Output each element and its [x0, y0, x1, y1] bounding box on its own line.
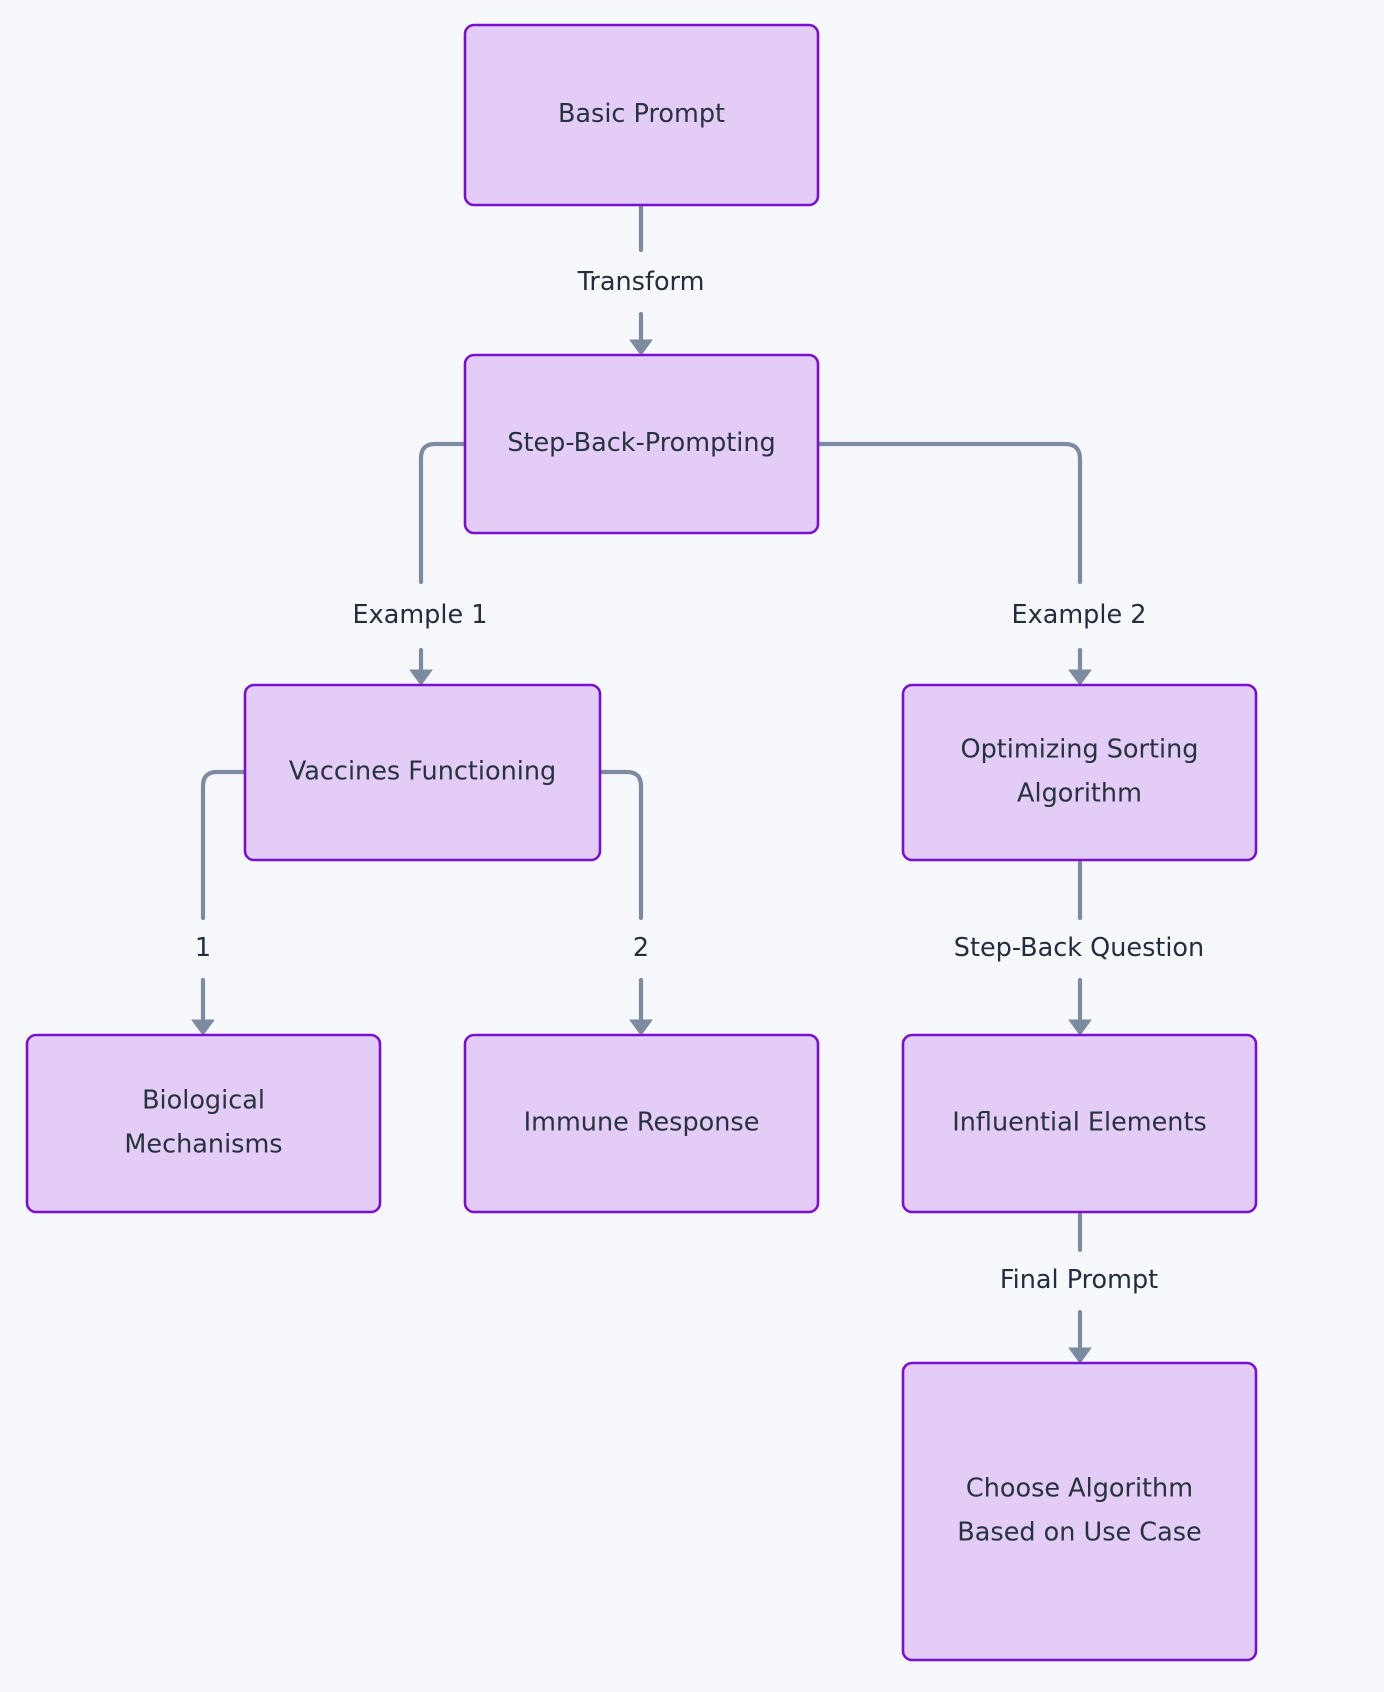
- node-label: Mechanisms: [124, 1130, 282, 1160]
- arrowhead-icon: [191, 1019, 215, 1036]
- edge-line: [597, 769, 644, 1027]
- edge-label: Example 2: [1012, 600, 1147, 630]
- node-basic-prompt[interactable]: Basic Prompt: [463, 23, 820, 207]
- flowchart-container: Basic Prompt Step-Back-Prompting Vaccines …: [0, 0, 1384, 1692]
- node-label: Basic Prompt: [558, 99, 725, 129]
- edge-label: 1: [195, 933, 211, 963]
- node-box[interactable]: [901, 683, 1258, 862]
- node-choose-algorithm-based-on-use-case[interactable]: Choose Algorithm Based on Use Case: [901, 1361, 1258, 1662]
- arrowhead-icon: [629, 1019, 653, 1036]
- node-label: Step-Back-Prompting: [507, 428, 775, 458]
- edge-label: Transform: [577, 267, 705, 297]
- edge-step-back-prompting-to-optimizing-sorting-algorithm: [815, 441, 1092, 686]
- node-label: Choose Algorithm: [966, 1474, 1193, 1504]
- arrowhead-icon: [1068, 1347, 1092, 1364]
- node-label: Vaccines Functioning: [289, 757, 556, 787]
- node-optimizing-sorting-algorithm[interactable]: Optimizing Sorting Algorithm: [901, 683, 1258, 862]
- arrowhead-icon: [1068, 1019, 1092, 1036]
- node-label: Algorithm: [1017, 779, 1142, 809]
- node-influential-elements[interactable]: Influential Elements: [901, 1033, 1258, 1214]
- arrowhead-icon: [629, 339, 653, 356]
- node-immune-response[interactable]: Immune Response: [463, 1033, 820, 1214]
- arrowhead-icon: [409, 669, 433, 686]
- node-step-back-prompting[interactable]: Step-Back-Prompting: [463, 353, 820, 535]
- edge-line: [418, 441, 468, 677]
- node-label: Optimizing Sorting: [961, 735, 1199, 765]
- edge-label: Final Prompt: [1000, 1265, 1158, 1295]
- edge-line: [200, 769, 248, 1027]
- edge-vaccines-functioning-to-immune-response: [597, 769, 653, 1036]
- node-label: Immune Response: [524, 1108, 760, 1138]
- edge-label: Example 1: [353, 600, 488, 630]
- node-box[interactable]: [901, 1361, 1258, 1662]
- arrowhead-icon: [1068, 669, 1092, 686]
- flowchart-canvas: Basic Prompt Step-Back-Prompting Vaccines …: [25, 23, 1258, 1662]
- edge-step-back-prompting-to-vaccines-functioning: [409, 441, 468, 686]
- edge-label: Step-Back Question: [954, 933, 1204, 963]
- node-box[interactable]: [25, 1033, 382, 1214]
- edge-vaccines-functioning-to-biological-mechanisms: [191, 769, 248, 1036]
- node-label: Biological: [142, 1086, 265, 1116]
- node-vaccines-functioning[interactable]: Vaccines Functioning: [243, 683, 602, 862]
- edge-label: 2: [633, 933, 649, 963]
- edge-line: [815, 441, 1083, 677]
- node-label: Based on Use Case: [957, 1518, 1201, 1548]
- node-biological-mechanisms[interactable]: Biological Mechanisms: [25, 1033, 382, 1214]
- node-label: Influential Elements: [952, 1108, 1207, 1138]
